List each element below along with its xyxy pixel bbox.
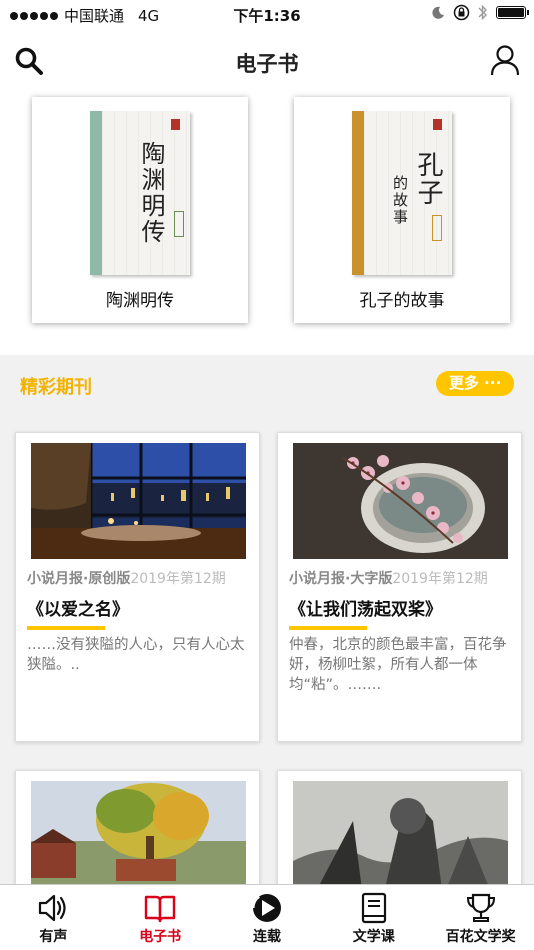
tab-baihua-award[interactable]: 百花文学奖 xyxy=(427,885,534,950)
moon-icon xyxy=(432,6,444,19)
tab-literature-class[interactable]: 文学课 xyxy=(320,885,427,950)
book-cover-image: 陶渊明传 xyxy=(90,111,190,275)
magazine-meta: 小说月报·大字版2019年第12期 xyxy=(289,568,488,588)
bluetooth-icon xyxy=(478,4,487,21)
section-title: 精彩期刊 xyxy=(20,377,92,398)
speaker-icon xyxy=(39,894,66,922)
magazine-source: 小说月报·大字版 xyxy=(289,571,393,587)
open-book-icon xyxy=(144,895,176,923)
magazine-cover-image xyxy=(293,443,508,559)
magazine-cover-image xyxy=(293,781,508,897)
title-underline xyxy=(27,626,105,630)
status-bar: 中国联通 4G 下午1:36 xyxy=(0,0,534,28)
book-card-kongzi[interactable]: 孔子 的故事 孔子的故事 xyxy=(294,97,510,323)
tab-label: 电子书 xyxy=(139,929,182,945)
book-icon xyxy=(361,892,386,924)
magazine-excerpt: ……没有狭隘的人心，只有人心太狭隘。.. xyxy=(27,637,245,673)
trophy-icon xyxy=(466,893,495,922)
magazine-article-title: 《让我们荡起双桨》 xyxy=(289,600,442,620)
magazine-meta: 小说月报·原创版2019年第12期 xyxy=(27,568,226,588)
rotation-lock-icon xyxy=(453,4,470,21)
top-nav-bar: 电子书 xyxy=(0,38,534,86)
tab-label: 百花文学奖 xyxy=(445,929,516,945)
tab-audio[interactable]: 有声 xyxy=(0,885,107,950)
tab-ebook[interactable]: 电子书 xyxy=(107,885,214,950)
bottom-tab-bar: 有声 电子书 连载 文学课 百花文学奖 xyxy=(0,884,534,950)
magazine-card[interactable]: 小说月报·原创版2019年第12期 《以爱之名》 ……没有狭隘的人心，只有人心太… xyxy=(15,432,260,742)
book-title: 孔子的故事 xyxy=(359,291,445,311)
featured-periodicals-section: 精彩期刊 更多 ··· 小说月报·原创版2019年第12期 《以爱之名》 ……没… xyxy=(0,355,534,930)
battery-icon xyxy=(496,6,529,19)
magazine-excerpt: 仲春，北京的颜色最丰富，百花争妍，杨柳吐絮，所有人都一体均“粘”。……. xyxy=(289,637,507,693)
magazine-article-title: 《以爱之名》 xyxy=(27,600,129,620)
tab-label: 文学课 xyxy=(352,929,395,945)
status-icons xyxy=(431,4,529,21)
cover-calligraphy-sub: 的故事 xyxy=(391,175,409,226)
tab-label: 有声 xyxy=(39,929,68,945)
book-title: 陶渊明传 xyxy=(106,291,174,311)
magazine-issue: 2019年第12期 xyxy=(392,571,488,587)
magazine-source: 小说月报·原创版 xyxy=(27,571,131,587)
title-underline xyxy=(289,626,367,630)
tab-serial[interactable]: 连载 xyxy=(214,885,321,950)
cover-calligraphy: 孔子 xyxy=(413,151,443,207)
more-button[interactable]: 更多 ··· xyxy=(436,371,514,396)
magazine-cover-image xyxy=(31,781,246,897)
book-cover-image: 孔子 的故事 xyxy=(352,111,452,275)
book-card-taoyuanming[interactable]: 陶渊明传 陶渊明传 xyxy=(32,97,248,323)
magazine-cover-image xyxy=(31,443,246,559)
cover-calligraphy: 陶渊明传 xyxy=(137,141,165,245)
play-circle-icon xyxy=(251,894,281,922)
page-title: 电子书 xyxy=(235,52,299,76)
user-icon[interactable] xyxy=(490,44,520,76)
magazine-issue: 2019年第12期 xyxy=(130,571,226,587)
magazine-card[interactable]: 小说月报·大字版2019年第12期 《让我们荡起双桨》 仲春，北京的颜色最丰富，… xyxy=(277,432,522,742)
tab-label: 连载 xyxy=(252,929,281,945)
